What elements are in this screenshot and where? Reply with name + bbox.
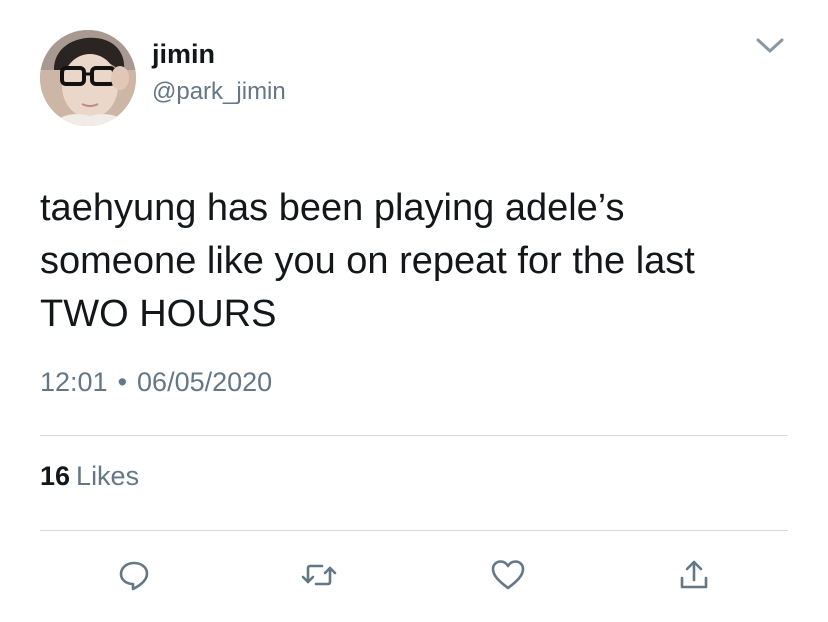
meta-separator: •: [117, 367, 128, 397]
share-icon: [680, 560, 708, 589]
chevron-down-icon[interactable]: [752, 30, 788, 60]
likes-count: 16: [40, 461, 71, 491]
like-button[interactable]: [486, 553, 530, 597]
divider: [40, 435, 788, 436]
reply-button[interactable]: [112, 553, 156, 597]
tweet-card: jimin @park_jimin taehyung has been play…: [0, 0, 828, 622]
avatar[interactable]: [40, 30, 136, 126]
tweet-timestamp[interactable]: 12:01 • 06/05/2020: [40, 364, 272, 400]
tweet-date: 06/05/2020: [137, 367, 273, 397]
likes-label: Likes: [76, 461, 140, 491]
retweet-icon: [301, 564, 337, 586]
avatar-image: [40, 30, 136, 126]
tweet-text: taehyung has been playing adele’s someon…: [40, 182, 800, 341]
user-handle[interactable]: @park_jimin: [152, 78, 286, 106]
divider: [40, 530, 788, 531]
tweet-text-line: someone like you on repeat for the last: [40, 240, 695, 282]
share-button[interactable]: [672, 553, 716, 597]
reply-icon: [119, 561, 149, 591]
display-name[interactable]: jimin: [152, 38, 215, 70]
tweet-text-line: TWO HOURS: [40, 293, 277, 335]
heart-icon: [491, 560, 525, 590]
tweet-text-line: taehyung has been playing adele’s: [40, 187, 625, 229]
tweet-time: 12:01: [40, 367, 108, 397]
likes-stat[interactable]: 16 Likes: [40, 458, 139, 494]
retweet-button[interactable]: [297, 553, 341, 597]
action-bar: [0, 553, 828, 597]
